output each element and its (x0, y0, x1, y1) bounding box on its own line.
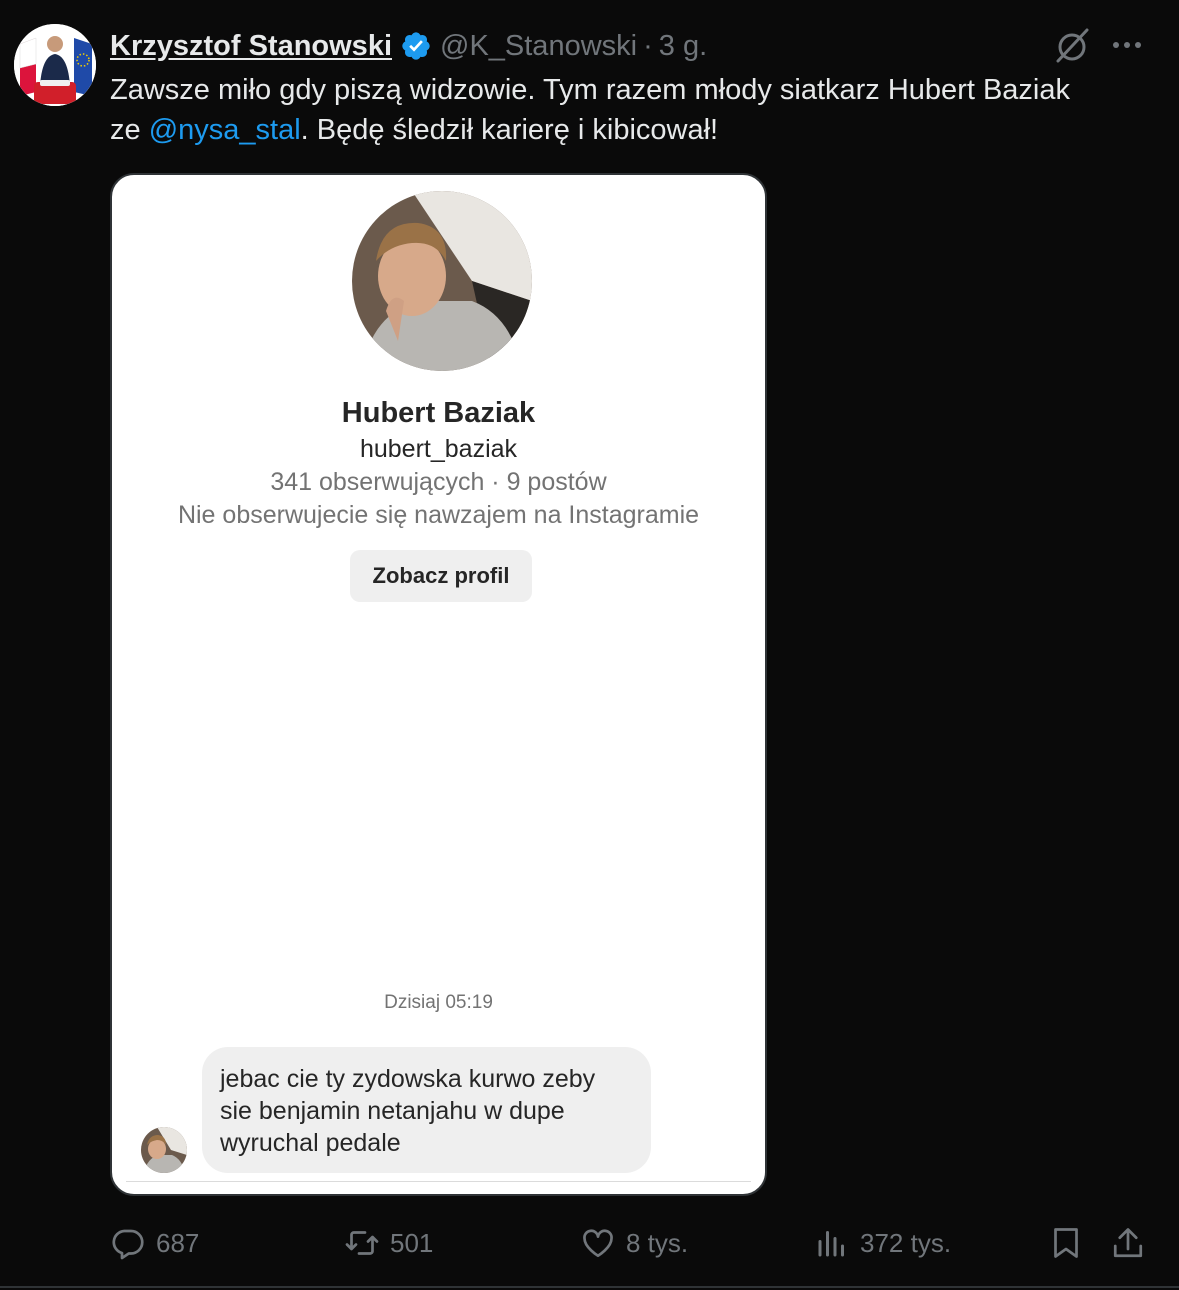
like-count: 8 tys. (626, 1227, 689, 1258)
tweet-text: Zawsze miło gdy piszą widzowie. Tym raze… (110, 70, 1150, 150)
ig-profile-name: Hubert Baziak (341, 397, 536, 429)
tweet-text-prefix: ze (110, 114, 149, 146)
verified-badge-icon[interactable] (400, 30, 432, 62)
tweet-media-image[interactable]: Hubert Baziak hubert_baziak 341 obserwuj… (110, 173, 767, 1196)
repost-count: 501 (390, 1227, 434, 1258)
tweet-timestamp[interactable]: 3 g. (659, 30, 707, 63)
ig-message-date: Dzisiaj 05:19 (384, 992, 493, 1013)
like-icon (583, 1229, 613, 1258)
ig-profile-photo (352, 191, 532, 371)
views-count: 372 tys. (860, 1227, 952, 1258)
author-handle[interactable]: @K_Stanowski (440, 30, 637, 63)
divider (126, 1181, 751, 1182)
tweet-text-suffix: . Będę śledził karierę i kibicował! (300, 114, 719, 146)
ig-stats: 341 obserwujących · 9 postów (270, 468, 607, 496)
views-button[interactable]: 372 tys. (814, 1218, 951, 1268)
ig-mutual-status: Nie obserwujecie się nawzajem na Instagr… (177, 501, 700, 529)
tweet-text-line: ze @nysa_stal. Będę śledził karierę i ki… (110, 110, 1150, 150)
ig-view-profile-button: Zobacz profil (350, 550, 532, 602)
author-avatar[interactable] (14, 24, 96, 106)
reply-icon (112, 1229, 144, 1260)
separator-dot: · (643, 29, 653, 62)
bookmark-button[interactable] (1048, 1218, 1084, 1268)
share-button[interactable] (1110, 1218, 1146, 1268)
reply-button[interactable]: 687 (110, 1218, 199, 1268)
more-icon[interactable] (1110, 30, 1144, 60)
author-display-name[interactable]: Krzysztof Stanowski (110, 30, 392, 63)
like-button[interactable]: 8 tys. (580, 1218, 688, 1268)
tweet-header: Krzysztof Stanowski @K_Stanowski · 3 g. (110, 26, 707, 66)
repost-button[interactable]: 501 (344, 1218, 433, 1268)
share-icon (1113, 1228, 1143, 1258)
tweet-actions: 687 501 8 tys. 372 tys. (0, 1218, 1179, 1268)
divider (0, 1286, 1179, 1288)
bookmark-icon (1054, 1228, 1078, 1258)
reply-count: 687 (156, 1227, 200, 1258)
ig-message-bubble: jebac cie ty zydowska kurwo zeby sie ben… (202, 1047, 651, 1173)
tweet[interactable]: Krzysztof Stanowski @K_Stanowski · 3 g. … (0, 0, 1179, 1290)
ig-message-line: jebac cie ty zydowska kurwo zeby (220, 1065, 596, 1093)
ig-message-line: wyruchal pedale (220, 1129, 401, 1157)
ig-message-avatar (141, 1127, 187, 1173)
grok-icon[interactable] (1052, 26, 1092, 66)
ig-username: hubert_baziak (359, 435, 518, 463)
views-icon (818, 1231, 844, 1257)
tweet-text-line: Zawsze miło gdy piszą widzowie. Tym raze… (110, 74, 1071, 106)
mention-link[interactable]: @nysa_stal (149, 114, 301, 146)
ig-message-line: sie benjamin netanjahu w dupe (220, 1097, 565, 1125)
repost-icon (345, 1231, 379, 1255)
